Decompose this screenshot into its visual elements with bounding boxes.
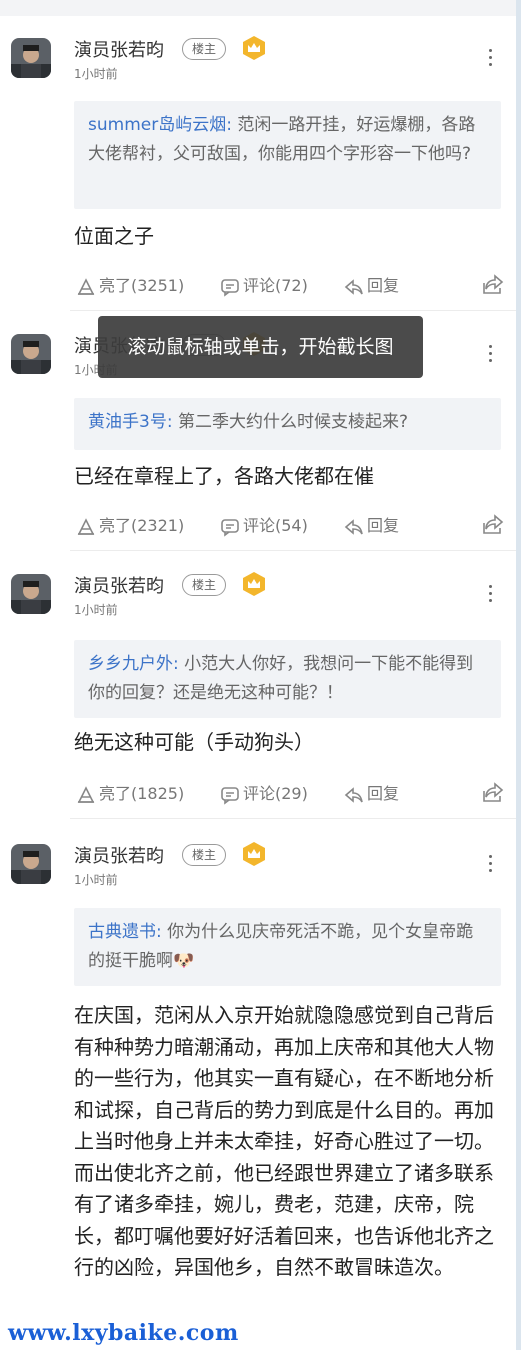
action-bar: 亮了(2321) 评论(54) 回复 bbox=[74, 513, 504, 539]
like-icon bbox=[77, 517, 95, 535]
answer-text: 绝无这种可能（手动狗头） bbox=[74, 730, 314, 754]
avatar[interactable] bbox=[11, 574, 51, 614]
screenshot-tooltip: 滚动鼠标轴或单击，开始截长图 bbox=[98, 316, 423, 378]
author-name[interactable]: 演员张若昀 bbox=[74, 842, 164, 868]
reply-label: 回复 bbox=[367, 516, 400, 535]
like-button[interactable]: 亮了(2321) bbox=[76, 513, 184, 539]
reply-icon bbox=[344, 786, 363, 803]
quoted-question: summer岛屿云烟: 范闲一路开挂，好运爆棚，各路大佬帮衬，父可敌国，你能用四… bbox=[74, 101, 501, 209]
action-bar: 亮了(3251) 评论(72) 回复 bbox=[74, 273, 504, 299]
comment-icon bbox=[221, 518, 239, 537]
reply-button[interactable]: 回复 bbox=[344, 273, 399, 299]
avatar[interactable] bbox=[11, 334, 51, 374]
more-options-icon[interactable] bbox=[485, 47, 497, 69]
crown-icon bbox=[243, 36, 265, 60]
comment-card: 演员张若昀 楼主 1小时前 乡乡九户外: 小范大人你好，我想问一下能不能得到你的… bbox=[0, 550, 516, 818]
comment-button[interactable]: 评论(29) bbox=[220, 781, 308, 807]
share-icon[interactable] bbox=[482, 273, 504, 295]
answer-text: 已经在章程上了，各路大佬都在催 bbox=[74, 464, 374, 488]
comment-button[interactable]: 评论(72) bbox=[220, 273, 308, 299]
site-watermark: www.lxybaike.com bbox=[8, 1320, 239, 1346]
quoted-question: 乡乡九户外: 小范大人你好，我想问一下能不能得到你的回复？还是绝无这种可能？！ bbox=[74, 640, 501, 718]
share-icon[interactable] bbox=[482, 513, 504, 535]
comment-icon bbox=[221, 786, 239, 805]
right-edge-bar bbox=[516, 0, 521, 1350]
comment-button[interactable]: 评论(54) bbox=[220, 513, 308, 539]
author-name[interactable]: 演员张若昀 bbox=[74, 572, 164, 598]
share-icon[interactable] bbox=[482, 781, 504, 803]
reply-button[interactable]: 回复 bbox=[344, 781, 399, 807]
avatar[interactable] bbox=[11, 844, 51, 884]
comment-count: 评论(72) bbox=[243, 276, 308, 295]
comment-count: 评论(29) bbox=[243, 784, 308, 803]
comment-card: 演员张若昀 楼主 1小时前 summer岛屿云烟: 范闲一路开挂，好运爆棚，各路… bbox=[0, 0, 516, 310]
author-name[interactable]: 演员张若昀 bbox=[74, 36, 164, 62]
reply-label: 回复 bbox=[367, 784, 400, 803]
crown-icon bbox=[243, 842, 265, 866]
comment-card: 演员张若昀 楼主 1小时前 古典遗书: 你为什么见庆帝死活不跪，见个女皇帝跪的挺… bbox=[0, 818, 516, 1350]
comment-icon bbox=[221, 278, 239, 297]
post-time: 1小时前 bbox=[74, 603, 118, 617]
quote-text: 第二季大约什么时候支棱起来? bbox=[172, 412, 408, 432]
like-button[interactable]: 亮了(3251) bbox=[76, 273, 184, 299]
like-icon bbox=[77, 785, 95, 803]
comment-count: 评论(54) bbox=[243, 516, 308, 535]
quote-username[interactable]: 古典遗书: bbox=[88, 922, 162, 942]
answer-text: 位面之子 bbox=[74, 224, 154, 248]
post-time: 1小时前 bbox=[74, 67, 118, 81]
quote-username[interactable]: 乡乡九户外: bbox=[88, 654, 179, 674]
more-options-icon[interactable] bbox=[485, 343, 497, 365]
quoted-question: 黄油手3号: 第二季大约什么时候支棱起来? bbox=[74, 398, 501, 450]
answer-text: 在庆国，范闲从入京开始就隐隐感觉到自己背后有种种势力暗潮涌动，再加上庆帝和其他大… bbox=[74, 1003, 494, 1279]
reply-icon bbox=[344, 278, 363, 295]
quote-username[interactable]: 黄油手3号: bbox=[88, 412, 173, 432]
owner-badge: 楼主 bbox=[182, 844, 227, 866]
crown-icon bbox=[243, 572, 265, 596]
action-bar: 亮了(1825) 评论(29) 回复 bbox=[74, 781, 504, 807]
avatar[interactable] bbox=[11, 38, 51, 78]
quoted-question: 古典遗书: 你为什么见庆帝死活不跪，见个女皇帝跪的挺干脆啊🐶 bbox=[74, 908, 501, 986]
owner-badge: 楼主 bbox=[182, 574, 227, 596]
like-button[interactable]: 亮了(1825) bbox=[76, 781, 184, 807]
more-options-icon[interactable] bbox=[485, 583, 497, 605]
reply-button[interactable]: 回复 bbox=[344, 513, 399, 539]
reply-label: 回复 bbox=[367, 276, 400, 295]
quote-username[interactable]: summer岛屿云烟: bbox=[88, 115, 232, 135]
like-count: 亮了(3251) bbox=[99, 276, 185, 295]
like-icon bbox=[77, 277, 95, 295]
like-count: 亮了(2321) bbox=[99, 516, 185, 535]
more-options-icon[interactable] bbox=[485, 853, 497, 875]
reply-icon bbox=[344, 518, 363, 535]
owner-badge: 楼主 bbox=[182, 38, 227, 60]
like-count: 亮了(1825) bbox=[99, 784, 185, 803]
post-time: 1小时前 bbox=[74, 873, 118, 887]
